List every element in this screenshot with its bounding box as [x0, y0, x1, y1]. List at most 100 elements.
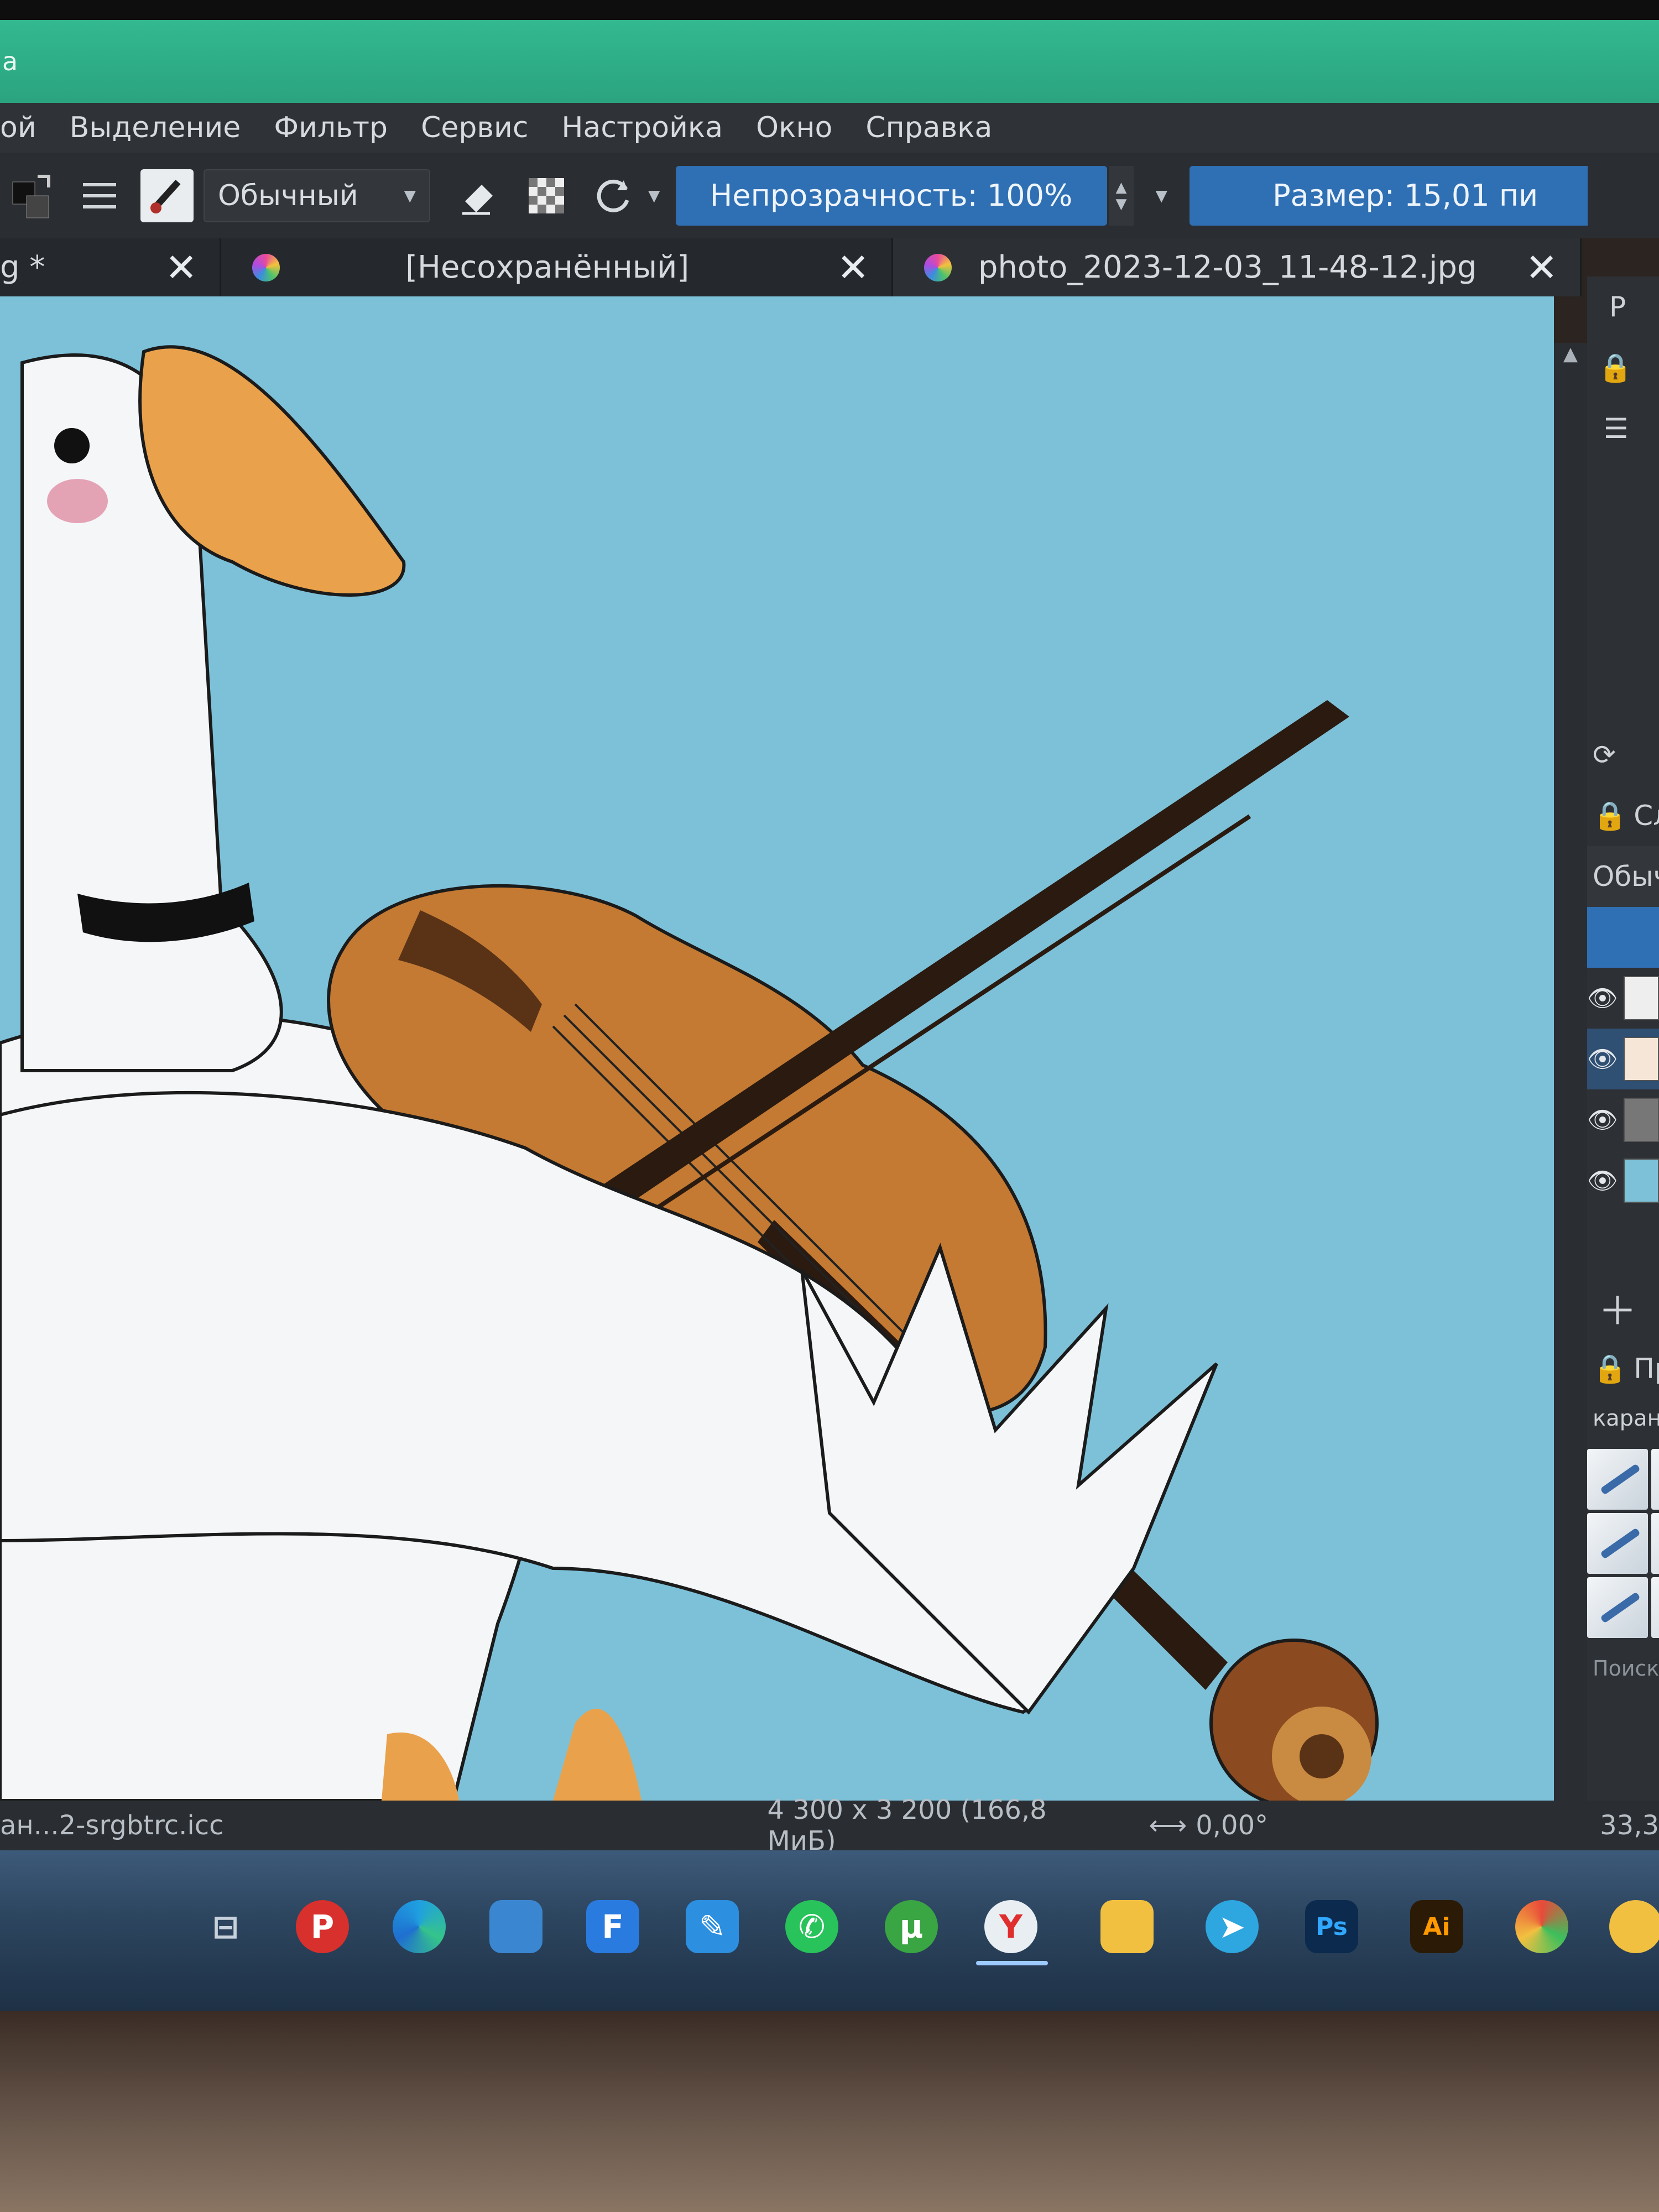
chevron-up-icon[interactable]: ▲: [1554, 343, 1587, 365]
brush-preset[interactable]: [1587, 1449, 1648, 1510]
os-taskbar: ⊟ P F ✎ ✆ µ Y ➤ Ps Ai: [0, 1850, 1659, 2011]
telegram-icon[interactable]: ➤: [1206, 1900, 1259, 1953]
brush-preset[interactable]: [1651, 1577, 1659, 1638]
active-app-indicator: [976, 1961, 1048, 1965]
layer-thumbnail: [1623, 976, 1659, 1020]
docker-tab[interactable]: P: [1587, 276, 1659, 337]
layer-opacity-slider[interactable]: [1587, 907, 1659, 968]
yellow-app-icon[interactable]: [1609, 1900, 1659, 1953]
layers-spacer: [1587, 1211, 1659, 1277]
layer-thumbnail: [1623, 1159, 1659, 1203]
eraser-icon[interactable]: [452, 169, 505, 222]
close-icon[interactable]: ✕: [815, 245, 891, 290]
swap-colors-icon[interactable]: [6, 169, 59, 222]
brush-preset[interactable]: [1587, 1513, 1648, 1574]
menu-select[interactable]: Выделение: [53, 111, 258, 144]
blend-mode-value: Обычный: [218, 179, 358, 212]
opacity-label: Непрозрачность: 100%: [709, 178, 1073, 213]
lock-icon[interactable]: 🔒: [1593, 1353, 1627, 1385]
edge-icon[interactable]: [393, 1900, 446, 1953]
layer-thumbnail: [1623, 1037, 1659, 1081]
profile-label: Профили: [1634, 1353, 1659, 1385]
artwork-goose-violin: [0, 296, 1554, 1801]
menu-help[interactable]: Справка: [849, 111, 1009, 144]
brush-preset[interactable]: [1587, 1577, 1648, 1638]
alpha-lock-icon[interactable]: [520, 169, 573, 222]
desk-surface: [0, 2011, 1659, 2212]
blend-mode-select[interactable]: Обычный ▼: [204, 169, 430, 222]
menu-settings[interactable]: Настройка: [545, 111, 739, 144]
layer-row[interactable]: 👁: [1587, 1089, 1659, 1150]
menu-bar: ой Выделение Фильтр Сервис Настройка Окн…: [0, 103, 1659, 153]
window-title: a: [2, 46, 18, 76]
chevron-down-icon[interactable]: ▼: [1156, 186, 1168, 205]
brush-presets-grid: [1587, 1449, 1659, 1638]
tab-document-3[interactable]: photo_2023-12-03_11-48-12.jpg ✕: [893, 238, 1582, 296]
docker-tab-label: P: [1609, 291, 1626, 323]
layer-row[interactable]: 👁: [1587, 1150, 1659, 1211]
gradient-icon[interactable]: [73, 169, 126, 222]
menu-filter[interactable]: Фильтр: [257, 111, 404, 144]
status-bar: ан...2-srgbtrc.icc 4 300 x 3 200 (166,8 …: [0, 1794, 1659, 1856]
illustrator-icon[interactable]: Ai: [1410, 1900, 1463, 1953]
pen-app-icon[interactable]: ✎: [686, 1900, 739, 1953]
f-app-label: F: [602, 1908, 624, 1945]
tab-document-2[interactable]: [Несохранённый] ✕: [221, 238, 893, 296]
torrent-icon[interactable]: µ: [885, 1900, 938, 1953]
photoshop-icon[interactable]: Ps: [1305, 1900, 1358, 1953]
tool-options-bar: Обычный ▼ ▼ Непрозрачность: 100% ▲ ▼ ▼ Ра…: [0, 153, 1659, 238]
globe-app-icon[interactable]: [1515, 1900, 1568, 1953]
layer-row[interactable]: 👁: [1587, 968, 1659, 1029]
close-icon[interactable]: ✕: [143, 245, 220, 290]
eye-icon[interactable]: 👁: [1587, 1166, 1618, 1195]
close-icon[interactable]: ✕: [1503, 245, 1580, 290]
chevron-up-icon[interactable]: ▲: [1116, 179, 1127, 196]
opacity-slider[interactable]: Непрозрачность: 100%: [675, 165, 1107, 226]
list-icon[interactable]: ☰: [1587, 398, 1659, 459]
canvas-vertical-scrollbar[interactable]: ▲: [1554, 343, 1587, 1836]
task-view-icon[interactable]: ⊟: [199, 1900, 252, 1953]
eye-icon[interactable]: 👁: [1587, 984, 1618, 1013]
yandex-browser-icon[interactable]: Y: [984, 1900, 1037, 1953]
brush-tag-select[interactable]: карандаш: [1587, 1399, 1659, 1438]
yandex-label: Y: [999, 1908, 1022, 1945]
illustrator-label: Ai: [1423, 1912, 1451, 1941]
brush-tag-value: карандаш: [1593, 1406, 1659, 1431]
opacity-spinner[interactable]: ▲ ▼: [1109, 165, 1134, 226]
lock-icon[interactable]: 🔒: [1587, 337, 1659, 398]
menu-tools[interactable]: Сервис: [404, 111, 545, 144]
color-profile-text: ан...2-srgbtrc.icc: [0, 1810, 224, 1841]
whatsapp-icon[interactable]: ✆: [785, 1900, 838, 1953]
f-app-icon[interactable]: F: [586, 1900, 639, 1953]
eye-icon[interactable]: 👁: [1587, 1045, 1618, 1073]
tab-label: photo_2023-12-03_11-48-12.jpg: [978, 249, 1477, 285]
lock-icon[interactable]: 🔒: [1593, 800, 1627, 832]
menu-window[interactable]: Окно: [739, 111, 849, 144]
chevron-down-icon[interactable]: ▼: [1116, 196, 1127, 212]
krita-logo-icon: [924, 253, 952, 281]
layer-blend-mode[interactable]: Обычн: [1587, 846, 1659, 907]
file-explorer-icon[interactable]: [1100, 1900, 1154, 1953]
reload-preset-icon[interactable]: [587, 169, 640, 222]
tab-label: [Несохранённый]: [405, 249, 690, 285]
window-titlebar: a: [0, 20, 1659, 103]
brush-size-slider[interactable]: Размер: 15,01 пи: [1190, 165, 1588, 226]
layer-thumbnail: [1623, 1098, 1659, 1142]
brush-preset[interactable]: [1651, 1513, 1659, 1574]
media-app-icon[interactable]: [489, 1900, 542, 1953]
refresh-icon[interactable]: ⟳: [1587, 724, 1659, 785]
brush-preset-icon[interactable]: [140, 169, 194, 222]
layer-row[interactable]: 👁: [1587, 1029, 1659, 1089]
chevron-down-icon: ▼: [404, 186, 416, 205]
p-app-icon[interactable]: P: [296, 1900, 349, 1953]
canvas[interactable]: [0, 296, 1554, 1801]
brush-search-placeholder: Поиск: [1593, 1656, 1659, 1681]
chevron-down-icon[interactable]: ▼: [648, 186, 660, 205]
add-layer-button[interactable]: ＋: [1587, 1277, 1659, 1338]
rotation-text: 0,00°: [1196, 1810, 1269, 1841]
eye-icon[interactable]: 👁: [1587, 1105, 1618, 1134]
brush-preset[interactable]: [1651, 1449, 1659, 1510]
tab-document-1[interactable]: g * ✕: [0, 238, 221, 296]
menu-layer[interactable]: ой: [0, 111, 53, 144]
brush-search-input[interactable]: Поиск: [1587, 1638, 1659, 1699]
